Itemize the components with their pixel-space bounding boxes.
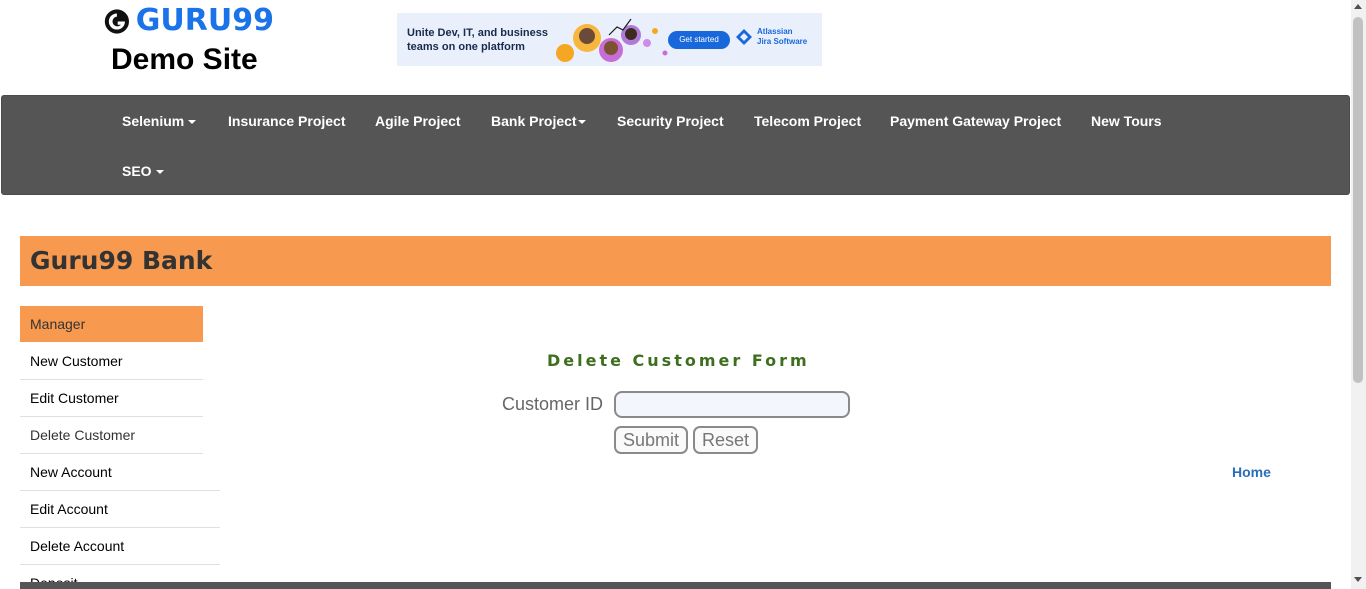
guru99-logo-icon: [104, 8, 129, 34]
sidebar-item-label: Delete Account: [30, 538, 125, 554]
sidebar-item-new-customer[interactable]: New Customer: [20, 343, 203, 380]
nav-item-security-project[interactable]: Security Project: [617, 111, 724, 131]
main-navbar: Selenium Insurance Project Agile Project…: [1, 95, 1350, 195]
logo-wordmark: GURU99: [135, 3, 274, 38]
nav-item-insurance-project[interactable]: Insurance Project: [228, 111, 346, 131]
ad-people-illustration: [556, 18, 668, 62]
scroll-down-arrow-icon[interactable]: [1354, 577, 1362, 582]
footer-bar: [20, 582, 1331, 589]
form-title: Delete Customer Form: [547, 351, 810, 370]
logo-subtitle: Demo Site: [111, 43, 258, 76]
chevron-down-icon: [155, 170, 164, 175]
sidebar-item-label: Edit Account: [30, 501, 108, 517]
ad-headline: Unite Dev, IT, and business teams on one…: [407, 27, 548, 53]
nav-item-selenium[interactable]: Selenium: [122, 111, 197, 131]
page-title: Guru99 Bank: [30, 246, 213, 275]
scrollbar-thumb[interactable]: [1353, 17, 1363, 383]
sidebar-item-delete-customer[interactable]: Delete Customer: [20, 417, 203, 454]
home-link[interactable]: Home: [1232, 464, 1271, 481]
customer-id-input[interactable]: [614, 391, 850, 418]
nav-item-new-tours[interactable]: New Tours: [1091, 111, 1162, 131]
sidebar-item-delete-account[interactable]: Delete Account: [20, 528, 220, 565]
sidebar-item-edit-account[interactable]: Edit Account: [20, 491, 220, 528]
ad-brand: Atlassian Jira Software: [735, 27, 807, 47]
submit-button[interactable]: Submit: [614, 426, 688, 454]
chevron-down-icon: [188, 120, 197, 125]
sidebar-item-label: New Account: [30, 464, 112, 480]
sidebar-item-label: New Customer: [30, 353, 123, 369]
chevron-down-icon: [577, 120, 586, 125]
bank-header: Guru99 Bank: [20, 236, 1331, 286]
ad-brand-line2: Jira Software: [757, 37, 808, 46]
site-logo[interactable]: GURU99 Demo Site: [104, 4, 274, 84]
sidebar-item-label: Delete Customer: [30, 427, 136, 443]
nav-item-seo[interactable]: SEO: [122, 161, 164, 181]
scroll-up-arrow-icon[interactable]: [1354, 4, 1362, 9]
reset-button[interactable]: Reset: [693, 426, 758, 454]
ad-banner[interactable]: Unite Dev, IT, and business teams on one…: [397, 13, 822, 66]
vertical-scrollbar[interactable]: [1351, 0, 1366, 589]
nav-item-agile-project[interactable]: Agile Project: [375, 111, 461, 131]
ad-get-started-button[interactable]: Get started: [668, 31, 730, 49]
nav-item-payment-gateway-project[interactable]: Payment Gateway Project: [890, 111, 1061, 131]
customer-id-label: Customer ID: [502, 394, 604, 414]
sidebar-item-new-account[interactable]: New Account: [20, 454, 220, 491]
sidebar-item-label: Edit Customer: [30, 390, 119, 406]
nav-item-bank-project[interactable]: Bank Project: [491, 111, 586, 131]
sidebar-item-label: Manager: [30, 316, 86, 332]
sidebar-item-manager[interactable]: Manager: [20, 306, 203, 342]
jira-icon: [736, 29, 752, 45]
ad-brand-line1: Atlassian: [757, 27, 793, 36]
nav-item-telecom-project[interactable]: Telecom Project: [754, 111, 861, 131]
sidebar-item-edit-customer[interactable]: Edit Customer: [20, 380, 203, 417]
